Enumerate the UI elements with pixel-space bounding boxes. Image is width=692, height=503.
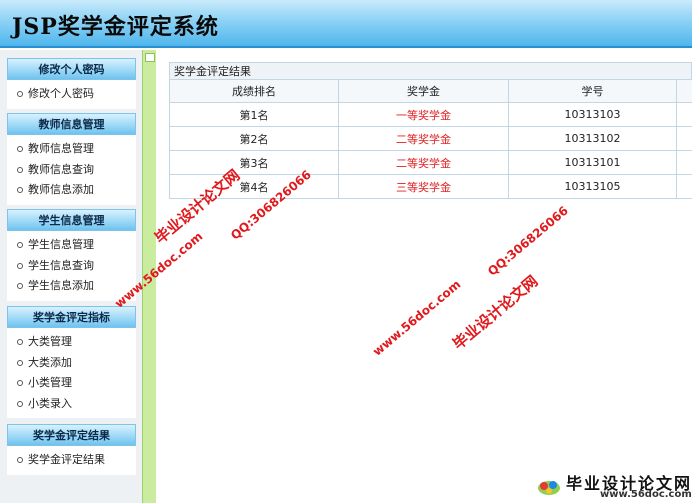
cell-student-id: 10313102	[508, 126, 677, 151]
cell-student-id: 10313105	[508, 174, 677, 199]
footer-url: www.56doc.com	[600, 489, 692, 500]
cell-award: 三等奖学金	[338, 174, 509, 199]
sidebar-item-label: 修改个人密码	[28, 87, 94, 100]
table-header-row: 成绩排名 奖学金 学号	[169, 79, 692, 103]
cell-rank: 第3名	[169, 150, 339, 175]
cell-student-id: 10313101	[508, 150, 677, 175]
sidebar-item-teacher-manage[interactable]: 教师信息管理	[7, 139, 136, 160]
table-row: 第1名 一等奖学金 10313103	[169, 102, 692, 127]
column-header-rank: 成绩排名	[169, 79, 339, 103]
sidebar-item-student-add[interactable]: 学生信息添加	[7, 276, 136, 297]
bullet-icon	[17, 339, 23, 346]
sidebar-section-criteria: 奖学金评定指标 大类管理 大类添加 小类管理 小类录入	[7, 306, 136, 418]
cell-rank: 第2名	[169, 126, 339, 151]
sidebar-item-student-manage[interactable]: 学生信息管理	[7, 235, 136, 256]
cell-extra	[676, 150, 692, 175]
sidebar-section-header[interactable]: 学生信息管理	[7, 209, 136, 231]
sidebar-item-label: 大类管理	[28, 335, 72, 348]
sidebar-item-subcategory-entry[interactable]: 小类录入	[7, 394, 136, 415]
table-row: 第4名 三等奖学金 10313105	[169, 174, 692, 199]
table-row: 第2名 二等奖学金 10313102	[169, 126, 692, 151]
bullet-icon	[17, 166, 23, 173]
sidebar-item-teacher-query[interactable]: 教师信息查询	[7, 160, 136, 181]
cell-award: 二等奖学金	[338, 150, 509, 175]
bullet-icon	[17, 91, 23, 98]
sidebar-item-label: 小类录入	[28, 396, 72, 410]
sidebar-item-label: 教师信息添加	[28, 183, 94, 196]
sidebar-item-label: 学生信息添加	[28, 279, 94, 292]
sidebar-item-label: 学生信息查询	[28, 258, 94, 272]
main-content: 奖学金评定结果 成绩排名 奖学金 学号 第1名 一等奖学金 10313103 第…	[156, 50, 692, 503]
results-panel: 奖学金评定结果 成绩排名 奖学金 学号 第1名 一等奖学金 10313103 第…	[169, 62, 692, 199]
column-header-student-id: 学号	[508, 79, 677, 103]
cell-student-id: 10313103	[508, 102, 677, 127]
panel-title: 奖学金评定结果	[169, 62, 692, 79]
sidebar-item-subcategory-manage[interactable]: 小类管理	[7, 373, 136, 394]
sidebar-section-header[interactable]: 修改个人密码	[7, 58, 136, 80]
sidebar-item-category-add[interactable]: 大类添加	[7, 353, 136, 374]
cell-extra	[676, 102, 692, 127]
sidebar-item-teacher-add[interactable]: 教师信息添加	[7, 180, 136, 201]
cell-rank: 第1名	[169, 102, 339, 127]
sidebar-item-label: 教师信息管理	[28, 142, 94, 155]
sidebar-section-student: 学生信息管理 学生信息管理 学生信息查询 学生信息添加	[7, 209, 136, 301]
sidebar-item-label: 小类管理	[28, 376, 72, 389]
bullet-icon	[17, 242, 23, 249]
sidebar-item-label: 学生信息管理	[28, 238, 94, 251]
app-header: JSP奖学金评定系统	[0, 0, 692, 48]
sidebar-item-label: 教师信息查询	[28, 162, 94, 176]
bullet-icon	[17, 400, 23, 407]
cell-extra	[676, 126, 692, 151]
app-title: JSP奖学金评定系统	[12, 14, 219, 40]
bullet-icon	[17, 187, 23, 194]
sidebar-toggle-button[interactable]	[145, 53, 155, 62]
bullet-icon	[17, 146, 23, 153]
cell-extra	[676, 174, 692, 199]
sidebar-section-teacher: 教师信息管理 教师信息管理 教师信息查询 教师信息添加	[7, 113, 136, 205]
sidebar-item-student-query[interactable]: 学生信息查询	[7, 256, 136, 277]
column-header-award: 奖学金	[338, 79, 509, 103]
logo-icon	[538, 481, 560, 495]
bullet-icon	[17, 283, 23, 290]
sidebar-section-results: 奖学金评定结果 奖学金评定结果	[7, 424, 136, 475]
sidebar-item-results[interactable]: 奖学金评定结果	[7, 450, 136, 471]
bullet-icon	[17, 262, 23, 269]
column-header-extra	[676, 79, 692, 103]
table-row: 第3名 二等奖学金 10313101	[169, 150, 692, 175]
bullet-icon	[17, 380, 23, 387]
sidebar-section-header[interactable]: 奖学金评定指标	[7, 306, 136, 328]
sidebar-item-label: 奖学金评定结果	[28, 453, 105, 466]
results-table: 成绩排名 奖学金 学号 第1名 一等奖学金 10313103 第2名 二等奖学金…	[169, 79, 692, 199]
bullet-icon	[17, 457, 23, 464]
bullet-icon	[17, 359, 23, 366]
sidebar-section-header[interactable]: 教师信息管理	[7, 113, 136, 135]
cell-award: 二等奖学金	[338, 126, 509, 151]
sidebar-section-password: 修改个人密码 修改个人密码	[7, 58, 136, 109]
cell-award: 一等奖学金	[338, 102, 509, 127]
sidebar-item-category-manage[interactable]: 大类管理	[7, 332, 136, 353]
sidebar: 修改个人密码 修改个人密码 教师信息管理 教师信息管理 教师信息查询 教师信息添…	[0, 50, 142, 503]
footer-logo: 毕业设计论文网 www.56doc.com	[530, 470, 692, 503]
sidebar-item-label: 大类添加	[28, 355, 72, 369]
sidebar-section-header[interactable]: 奖学金评定结果	[7, 424, 136, 446]
sidebar-item-change-password[interactable]: 修改个人密码	[7, 84, 136, 105]
